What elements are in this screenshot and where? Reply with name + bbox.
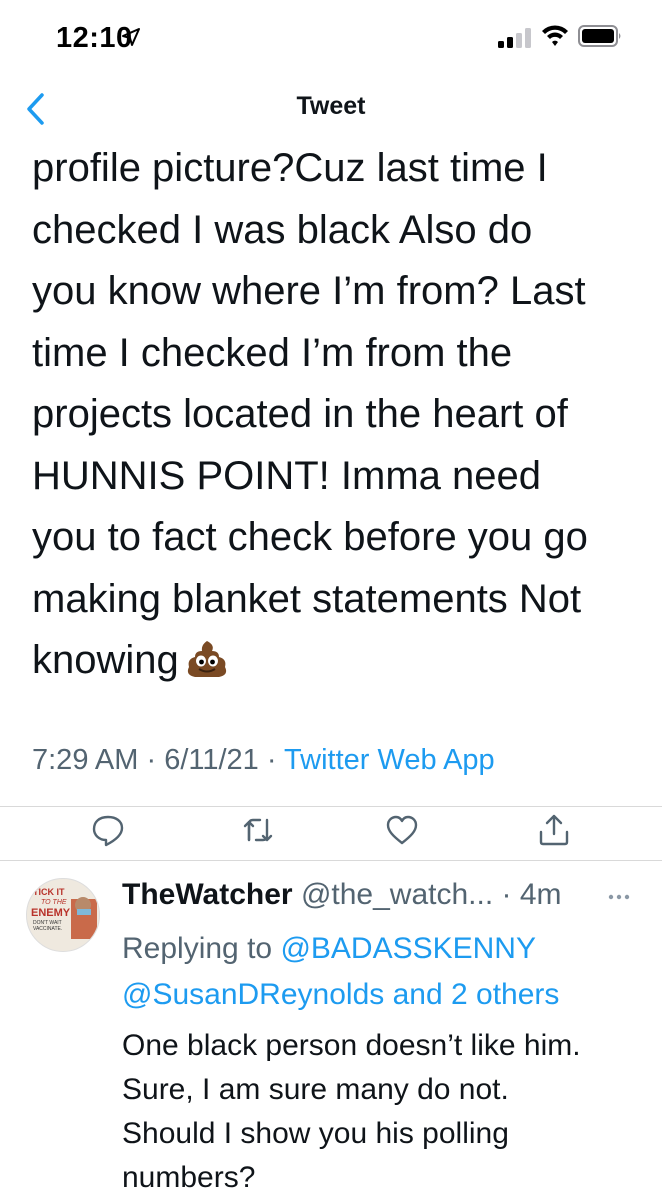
like-icon[interactable] xyxy=(384,812,420,848)
tweet-meta: 7:29 AM · 6/11/21 · Twitter Web App xyxy=(32,744,495,777)
reply-header: TheWatcher @the_watch... · 4m xyxy=(122,878,562,911)
reply-age: 4m xyxy=(519,878,562,911)
reply-author-handle[interactable]: @the_watch... xyxy=(301,878,493,911)
tweet-body: profile picture?Cuz last time I checked … xyxy=(32,138,642,708)
meta-separator: · xyxy=(258,744,285,776)
tweet-time: 7:29 AM xyxy=(32,744,139,776)
others-link[interactable]: 2 others xyxy=(451,978,559,1011)
retweet-icon[interactable] xyxy=(240,812,276,848)
avatar[interactable]: TICK IT TO THE ENEMY DON'T WAIT VACCINAT… xyxy=(26,878,100,952)
avatar-text-3: ENEMY xyxy=(31,907,71,919)
mention-link[interactable]: @SusanDReynolds xyxy=(122,978,384,1011)
tweet-actions xyxy=(0,808,662,858)
reply-text: One black person doesn’t like him. Sure,… xyxy=(122,1029,581,1194)
more-icon[interactable] xyxy=(608,892,630,902)
location-arrow-icon xyxy=(122,28,140,46)
status-bar: 12:10 xyxy=(0,0,662,80)
avatar-text-2: TO THE xyxy=(41,899,67,906)
avatar-text-5: VACCINATE. xyxy=(33,926,62,932)
pile-of-poo-icon xyxy=(187,641,226,677)
nav-bar: Tweet xyxy=(0,80,662,136)
avatar-image: TICK IT TO THE ENEMY DON'T WAIT VACCINAT… xyxy=(27,879,99,951)
divider xyxy=(0,860,662,861)
reply-icon[interactable] xyxy=(90,812,126,848)
tweet-source-link[interactable]: Twitter Web App xyxy=(284,744,495,776)
replying-and: and xyxy=(384,978,451,1011)
tweet-text: profile picture?Cuz last time I checked … xyxy=(32,146,588,682)
avatar-text-1: TICK IT xyxy=(33,887,65,897)
meta-separator: · xyxy=(138,744,165,776)
tweet-date: 6/11/21 xyxy=(164,744,259,776)
share-icon[interactable] xyxy=(536,812,572,848)
wifi-icon xyxy=(542,25,568,46)
replying-prefix: Replying to xyxy=(122,932,281,965)
battery-icon xyxy=(578,25,621,47)
replying-to: Replying to @BADASSKENNY @SusanDReynolds … xyxy=(122,926,642,1018)
page-title: Tweet xyxy=(296,92,366,120)
signal-icon xyxy=(498,28,531,48)
mention-link[interactable]: @BADASSKENNY xyxy=(280,932,536,965)
divider xyxy=(0,806,662,807)
reply-author-name[interactable]: TheWatcher xyxy=(122,878,293,911)
